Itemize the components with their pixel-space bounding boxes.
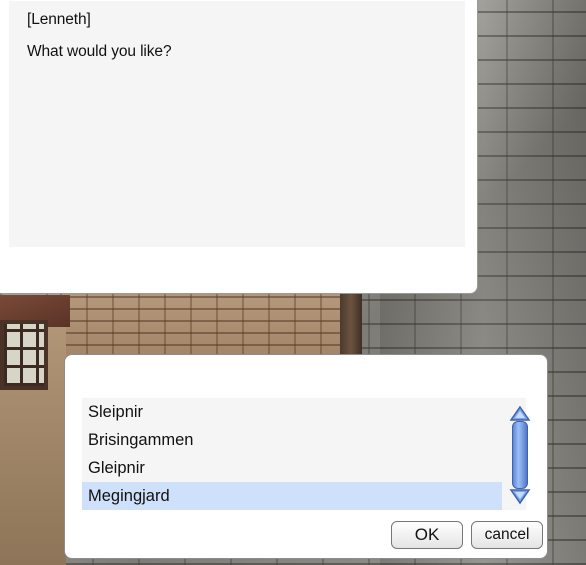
npc-speaker-name: [Lenneth] xyxy=(27,11,91,28)
list-item-gleipnir[interactable]: Gleipnir xyxy=(82,454,502,482)
scrollbar-thumb[interactable] xyxy=(512,421,528,489)
cancel-button[interactable]: cancel xyxy=(471,521,543,549)
house-window xyxy=(0,320,48,390)
scrollbar[interactable] xyxy=(509,405,531,505)
list-item-megingjard[interactable]: Megingjard xyxy=(82,482,502,510)
ok-button[interactable]: OK xyxy=(391,521,463,549)
scroll-up-arrow-icon[interactable] xyxy=(509,405,531,423)
scroll-down-arrow-icon[interactable] xyxy=(509,487,531,505)
option-list: Sleipnir Brisingammen Gleipnir Megingjar… xyxy=(82,398,531,510)
selection-window: Sleipnir Brisingammen Gleipnir Megingjar… xyxy=(64,354,548,559)
list-item-brisingammen[interactable]: Brisingammen xyxy=(82,426,502,454)
list-item-sleipnir[interactable]: Sleipnir xyxy=(82,398,502,426)
npc-message-text: What would you like? xyxy=(27,43,172,60)
wooden-pillar xyxy=(340,290,362,360)
message-area: [Lenneth] What would you like? xyxy=(9,1,465,247)
npc-message-window: [Lenneth] What would you like? xyxy=(0,0,478,294)
